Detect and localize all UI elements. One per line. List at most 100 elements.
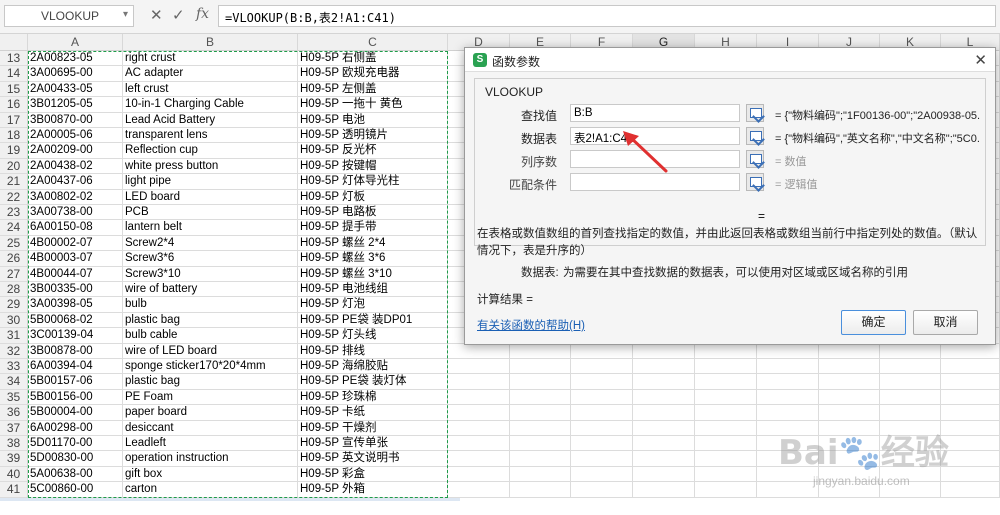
row-header[interactable]: 25 [0, 235, 28, 252]
cell-chinese-name[interactable]: H09-5P 提手带 [298, 220, 448, 236]
row-header[interactable]: 31 [0, 328, 28, 344]
empty-cell[interactable] [695, 359, 757, 375]
cell-english-name[interactable]: sponge sticker170*20*4mm [123, 359, 298, 375]
cell-english-name[interactable]: right crust [123, 51, 298, 67]
empty-cell[interactable] [757, 359, 819, 375]
name-box[interactable]: VLOOKUP ▾ [4, 5, 134, 27]
empty-cell[interactable] [695, 451, 757, 467]
empty-cell[interactable] [941, 374, 1000, 390]
empty-cell[interactable] [448, 343, 510, 359]
cell-english-name[interactable]: transparent lens [123, 128, 298, 144]
cell-english-name[interactable]: left crust [123, 81, 298, 98]
empty-cell[interactable] [571, 405, 633, 421]
cell-english-name[interactable]: Screw3*6 [123, 251, 298, 267]
empty-cell[interactable] [695, 482, 757, 498]
empty-cell[interactable] [757, 343, 819, 359]
empty-cell[interactable] [941, 343, 1000, 359]
empty-cell[interactable] [510, 466, 571, 483]
cell-english-name[interactable]: plastic bag [123, 374, 298, 390]
insert-function-icon[interactable]: fx [196, 6, 209, 22]
empty-cell[interactable] [880, 389, 941, 406]
cell-english-name[interactable]: 10-in-1 Charging Cable [123, 97, 298, 113]
row-header[interactable]: 32 [0, 343, 28, 359]
empty-cell[interactable] [448, 466, 510, 483]
cell-chinese-name[interactable]: H09-5P 海绵胶贴 [298, 359, 448, 375]
cell-part-code[interactable]: 3A00398-05 [28, 297, 123, 313]
cell-english-name[interactable]: Lead Acid Battery [123, 112, 298, 128]
cell-part-code[interactable]: 5D00830-00 [28, 451, 123, 467]
cell-english-name[interactable]: LED board [123, 189, 298, 205]
empty-cell[interactable] [941, 359, 1000, 375]
empty-cell[interactable] [510, 482, 571, 498]
arg-input-lookup-value[interactable]: B:B [570, 104, 740, 122]
empty-cell[interactable] [695, 436, 757, 452]
cell-chinese-name[interactable]: H09-5P 右侧盖 [298, 51, 448, 67]
cell-chinese-name[interactable]: H09-5P 英文说明书 [298, 451, 448, 467]
cell-chinese-name[interactable]: H09-5P 宣传单张 [298, 436, 448, 452]
row-header[interactable]: 24 [0, 220, 28, 236]
dialog-title-bar[interactable]: S 函数参数 ✕ [465, 48, 995, 72]
empty-cell[interactable] [448, 389, 510, 406]
chevron-down-icon[interactable]: ▾ [123, 9, 128, 20]
cell-part-code[interactable]: 5B00068-02 [28, 312, 123, 329]
cell-chinese-name[interactable]: H09-5P 灯头线 [298, 328, 448, 344]
empty-cell[interactable] [510, 436, 571, 452]
row-header[interactable]: 40 [0, 466, 28, 483]
empty-cell[interactable] [941, 420, 1000, 436]
cell-english-name[interactable]: wire of battery [123, 282, 298, 298]
empty-cell[interactable] [757, 389, 819, 406]
empty-cell[interactable] [757, 482, 819, 498]
empty-cell[interactable] [510, 405, 571, 421]
cell-english-name[interactable]: Screw2*4 [123, 235, 298, 252]
cell-english-name[interactable]: PCB [123, 205, 298, 221]
empty-cell[interactable] [633, 359, 695, 375]
empty-cell[interactable] [448, 436, 510, 452]
empty-cell[interactable] [571, 359, 633, 375]
empty-cell[interactable] [695, 420, 757, 436]
empty-cell[interactable] [941, 436, 1000, 452]
row-header[interactable]: 16 [0, 97, 28, 113]
cell-english-name[interactable]: operation instruction [123, 451, 298, 467]
empty-cell[interactable] [448, 482, 510, 498]
row-header[interactable]: 30 [0, 312, 28, 329]
range-picker-icon[interactable] [746, 104, 764, 122]
cancel-button[interactable]: 取消 [913, 310, 978, 335]
column-header-a[interactable]: A [28, 34, 123, 51]
arg-input-range-lookup[interactable] [570, 173, 740, 191]
empty-cell[interactable] [571, 343, 633, 359]
empty-cell[interactable] [695, 343, 757, 359]
empty-cell[interactable] [941, 466, 1000, 483]
empty-cell[interactable] [448, 420, 510, 436]
row-header[interactable]: 36 [0, 405, 28, 421]
cell-english-name[interactable]: wire of LED board [123, 343, 298, 359]
cell-part-code[interactable]: 6A00394-04 [28, 359, 123, 375]
cell-part-code[interactable]: 3B00878-00 [28, 343, 123, 359]
row-header[interactable]: 37 [0, 420, 28, 436]
empty-cell[interactable] [880, 343, 941, 359]
row-header[interactable]: 34 [0, 374, 28, 390]
empty-cell[interactable] [571, 451, 633, 467]
cell-chinese-name[interactable]: H09-5P 外箱 [298, 482, 448, 498]
empty-cell[interactable] [448, 451, 510, 467]
empty-cell[interactable] [448, 405, 510, 421]
empty-cell[interactable] [448, 359, 510, 375]
cell-part-code[interactable]: 5C00860-00 [28, 482, 123, 498]
cell-chinese-name[interactable]: H09-5P 反光杯 [298, 143, 448, 159]
empty-cell[interactable] [510, 374, 571, 390]
empty-cell[interactable] [695, 405, 757, 421]
empty-cell[interactable] [695, 466, 757, 483]
cell-chinese-name[interactable]: H09-5P 透明镜片 [298, 128, 448, 144]
empty-cell[interactable] [819, 374, 880, 390]
empty-cell[interactable] [633, 451, 695, 467]
empty-cell[interactable] [757, 374, 819, 390]
ok-button[interactable]: 确定 [841, 310, 906, 335]
cell-chinese-name[interactable]: H09-5P 电路板 [298, 205, 448, 221]
row-header[interactable]: 26 [0, 251, 28, 267]
empty-cell[interactable] [633, 436, 695, 452]
cell-chinese-name[interactable]: H09-5P 彩盒 [298, 466, 448, 483]
empty-cell[interactable] [448, 374, 510, 390]
cell-part-code[interactable]: 4B00002-07 [28, 235, 123, 252]
empty-cell[interactable] [633, 389, 695, 406]
empty-cell[interactable] [880, 359, 941, 375]
empty-cell[interactable] [941, 451, 1000, 467]
